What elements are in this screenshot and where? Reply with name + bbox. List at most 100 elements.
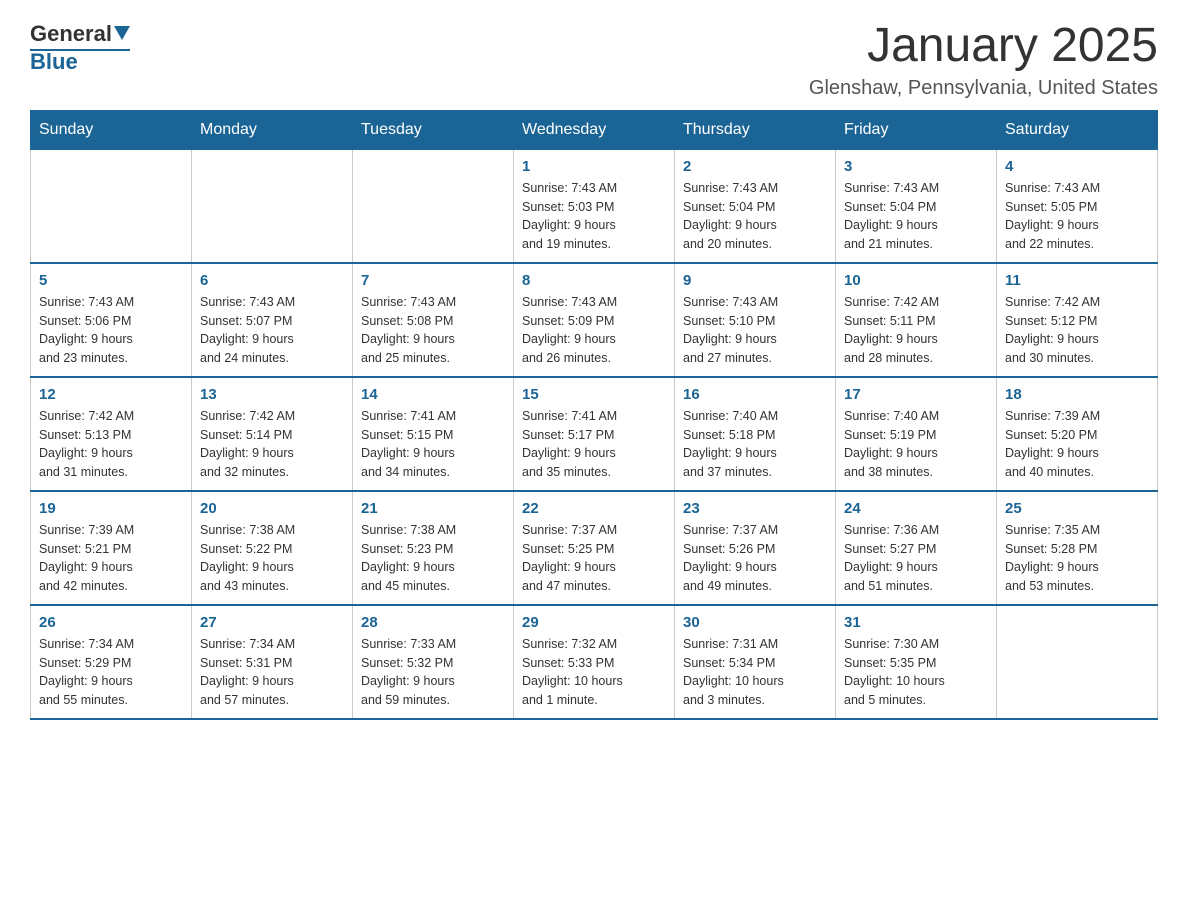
day-cell: 11 Sunrise: 7:42 AMSunset: 5:12 PMDayligh… <box>997 263 1158 377</box>
page-header: General Blue January 2025 Glenshaw, Penn… <box>30 20 1158 100</box>
day-info: Sunrise: 7:42 AMSunset: 5:11 PMDaylight:… <box>844 293 988 368</box>
day-info: Sunrise: 7:34 AMSunset: 5:31 PMDaylight:… <box>200 635 344 710</box>
day-cell: 30 Sunrise: 7:31 AMSunset: 5:34 PMDayligh… <box>675 605 836 719</box>
day-number: 29 <box>522 614 666 631</box>
day-number: 21 <box>361 500 505 517</box>
header-cell-monday: Monday <box>192 110 353 149</box>
day-cell: 10 Sunrise: 7:42 AMSunset: 5:11 PMDayligh… <box>836 263 997 377</box>
week-row-1: 1 Sunrise: 7:43 AMSunset: 5:03 PMDaylight… <box>31 149 1158 263</box>
day-number: 19 <box>39 500 183 517</box>
calendar-table: SundayMondayTuesdayWednesdayThursdayFrid… <box>30 110 1158 720</box>
day-cell: 17 Sunrise: 7:40 AMSunset: 5:19 PMDayligh… <box>836 377 997 491</box>
day-number: 18 <box>1005 386 1149 403</box>
day-number: 27 <box>200 614 344 631</box>
day-cell: 3 Sunrise: 7:43 AMSunset: 5:04 PMDaylight… <box>836 149 997 263</box>
day-number: 3 <box>844 158 988 175</box>
day-info: Sunrise: 7:41 AMSunset: 5:17 PMDaylight:… <box>522 407 666 482</box>
day-number: 17 <box>844 386 988 403</box>
day-cell: 2 Sunrise: 7:43 AMSunset: 5:04 PMDaylight… <box>675 149 836 263</box>
day-cell: 20Sunrise: 7:38 AMSunset: 5:22 PMDayligh… <box>192 491 353 605</box>
day-info: Sunrise: 7:43 AMSunset: 5:06 PMDaylight:… <box>39 293 183 368</box>
day-info: Sunrise: 7:43 AMSunset: 5:08 PMDaylight:… <box>361 293 505 368</box>
header-cell-wednesday: Wednesday <box>514 110 675 149</box>
week-row-5: 26 Sunrise: 7:34 AMSunset: 5:29 PMDayligh… <box>31 605 1158 719</box>
day-number: 2 <box>683 158 827 175</box>
logo-general-text: General <box>30 21 112 47</box>
day-cell: 13Sunrise: 7:42 AMSunset: 5:14 PMDayligh… <box>192 377 353 491</box>
day-number: 4 <box>1005 158 1149 175</box>
week-row-4: 19 Sunrise: 7:39 AMSunset: 5:21 PMDayligh… <box>31 491 1158 605</box>
day-info: Sunrise: 7:43 AMSunset: 5:07 PMDaylight:… <box>200 293 344 368</box>
day-info: Sunrise: 7:43 AMSunset: 5:04 PMDaylight:… <box>844 179 988 254</box>
calendar-body: 1 Sunrise: 7:43 AMSunset: 5:03 PMDaylight… <box>31 149 1158 719</box>
day-cell: 22 Sunrise: 7:37 AMSunset: 5:25 PMDayligh… <box>514 491 675 605</box>
header-row: SundayMondayTuesdayWednesdayThursdayFrid… <box>31 110 1158 149</box>
day-number: 31 <box>844 614 988 631</box>
day-number: 13 <box>200 386 344 403</box>
day-info: Sunrise: 7:43 AMSunset: 5:03 PMDaylight:… <box>522 179 666 254</box>
day-number: 6 <box>200 272 344 289</box>
day-info: Sunrise: 7:33 AMSunset: 5:32 PMDaylight:… <box>361 635 505 710</box>
day-number: 7 <box>361 272 505 289</box>
day-cell: 1 Sunrise: 7:43 AMSunset: 5:03 PMDaylight… <box>514 149 675 263</box>
header-cell-friday: Friday <box>836 110 997 149</box>
day-number: 10 <box>844 272 988 289</box>
logo-blue-text: Blue <box>30 49 130 75</box>
day-info: Sunrise: 7:32 AMSunset: 5:33 PMDaylight:… <box>522 635 666 710</box>
day-number: 12 <box>39 386 183 403</box>
day-info: Sunrise: 7:39 AMSunset: 5:21 PMDaylight:… <box>39 521 183 596</box>
day-number: 23 <box>683 500 827 517</box>
day-number: 16 <box>683 386 827 403</box>
day-info: Sunrise: 7:39 AMSunset: 5:20 PMDaylight:… <box>1005 407 1149 482</box>
day-info: Sunrise: 7:43 AMSunset: 5:09 PMDaylight:… <box>522 293 666 368</box>
day-info: Sunrise: 7:43 AMSunset: 5:04 PMDaylight:… <box>683 179 827 254</box>
day-info: Sunrise: 7:38 AMSunset: 5:22 PMDaylight:… <box>200 521 344 596</box>
calendar-title: January 2025 <box>809 20 1158 73</box>
day-info: Sunrise: 7:37 AMSunset: 5:25 PMDaylight:… <box>522 521 666 596</box>
day-info: Sunrise: 7:31 AMSunset: 5:34 PMDaylight:… <box>683 635 827 710</box>
day-info: Sunrise: 7:40 AMSunset: 5:19 PMDaylight:… <box>844 407 988 482</box>
day-info: Sunrise: 7:42 AMSunset: 5:12 PMDaylight:… <box>1005 293 1149 368</box>
day-info: Sunrise: 7:38 AMSunset: 5:23 PMDaylight:… <box>361 521 505 596</box>
title-section: January 2025 Glenshaw, Pennsylvania, Uni… <box>809 20 1158 100</box>
day-number: 22 <box>522 500 666 517</box>
day-cell: 9Sunrise: 7:43 AMSunset: 5:10 PMDaylight… <box>675 263 836 377</box>
day-cell: 12Sunrise: 7:42 AMSunset: 5:13 PMDayligh… <box>31 377 192 491</box>
day-number: 9 <box>683 272 827 289</box>
day-cell: 31Sunrise: 7:30 AMSunset: 5:35 PMDayligh… <box>836 605 997 719</box>
header-cell-sunday: Sunday <box>31 110 192 149</box>
day-cell <box>353 149 514 263</box>
day-cell: 29 Sunrise: 7:32 AMSunset: 5:33 PMDayligh… <box>514 605 675 719</box>
day-cell: 27 Sunrise: 7:34 AMSunset: 5:31 PMDayligh… <box>192 605 353 719</box>
logo: General Blue <box>30 20 130 75</box>
day-cell: 25Sunrise: 7:35 AMSunset: 5:28 PMDayligh… <box>997 491 1158 605</box>
day-info: Sunrise: 7:41 AMSunset: 5:15 PMDaylight:… <box>361 407 505 482</box>
day-number: 5 <box>39 272 183 289</box>
day-number: 25 <box>1005 500 1149 517</box>
day-cell: 16Sunrise: 7:40 AMSunset: 5:18 PMDayligh… <box>675 377 836 491</box>
day-cell: 15 Sunrise: 7:41 AMSunset: 5:17 PMDayligh… <box>514 377 675 491</box>
day-number: 15 <box>522 386 666 403</box>
logo-arrow-icon <box>114 26 130 42</box>
day-info: Sunrise: 7:34 AMSunset: 5:29 PMDaylight:… <box>39 635 183 710</box>
day-cell: 8 Sunrise: 7:43 AMSunset: 5:09 PMDaylight… <box>514 263 675 377</box>
header-cell-thursday: Thursday <box>675 110 836 149</box>
day-number: 26 <box>39 614 183 631</box>
day-cell: 18 Sunrise: 7:39 AMSunset: 5:20 PMDayligh… <box>997 377 1158 491</box>
day-number: 8 <box>522 272 666 289</box>
day-number: 14 <box>361 386 505 403</box>
day-cell: 5 Sunrise: 7:43 AMSunset: 5:06 PMDaylight… <box>31 263 192 377</box>
day-cell: 7 Sunrise: 7:43 AMSunset: 5:08 PMDaylight… <box>353 263 514 377</box>
day-info: Sunrise: 7:37 AMSunset: 5:26 PMDaylight:… <box>683 521 827 596</box>
day-cell: 14 Sunrise: 7:41 AMSunset: 5:15 PMDayligh… <box>353 377 514 491</box>
day-cell: 19 Sunrise: 7:39 AMSunset: 5:21 PMDayligh… <box>31 491 192 605</box>
day-number: 11 <box>1005 272 1149 289</box>
day-cell: 21 Sunrise: 7:38 AMSunset: 5:23 PMDayligh… <box>353 491 514 605</box>
week-row-3: 12Sunrise: 7:42 AMSunset: 5:13 PMDayligh… <box>31 377 1158 491</box>
day-info: Sunrise: 7:36 AMSunset: 5:27 PMDaylight:… <box>844 521 988 596</box>
day-number: 30 <box>683 614 827 631</box>
day-number: 1 <box>522 158 666 175</box>
day-cell: 24Sunrise: 7:36 AMSunset: 5:27 PMDayligh… <box>836 491 997 605</box>
day-cell: 23 Sunrise: 7:37 AMSunset: 5:26 PMDayligh… <box>675 491 836 605</box>
day-cell: 26 Sunrise: 7:34 AMSunset: 5:29 PMDayligh… <box>31 605 192 719</box>
